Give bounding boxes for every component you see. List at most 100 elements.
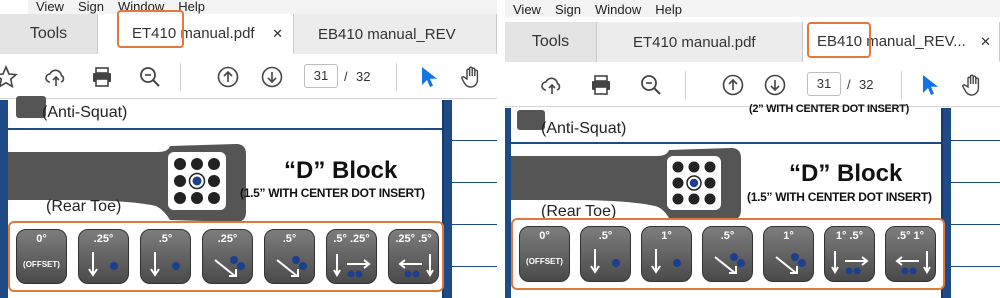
- side-table: [951, 108, 1000, 298]
- angle-button-sublabel: (OFFSET): [526, 257, 563, 266]
- close-icon[interactable]: ✕: [272, 26, 283, 42]
- angle-button-label: 1° .5°: [835, 230, 864, 242]
- tab-tools[interactable]: Tools: [0, 14, 98, 54]
- angle-button-label: .25°: [217, 233, 238, 245]
- angle-button-label: .25°: [93, 233, 114, 245]
- menu-help[interactable]: Help: [178, 0, 205, 14]
- page-number-input[interactable]: 31: [304, 64, 338, 88]
- side-table: [452, 100, 497, 298]
- upload-icon[interactable]: [538, 71, 566, 99]
- page-total: 32: [356, 69, 371, 84]
- tab-document-title: ET410 manual.pdf: [132, 25, 255, 42]
- page-separator: /: [847, 77, 851, 92]
- tab-bar: Tools ET410 manual.pdf EB410 manual_REV.…: [505, 22, 1000, 62]
- angle-button-strip: 0° (OFFSET) .5° 1° .5° 1° 1° .5° .5° 1°: [511, 218, 945, 290]
- menu-bar: View Sign Window Help: [505, 0, 1000, 17]
- angle-button-label: .5° 1°: [896, 230, 925, 242]
- tab-document-et410[interactable]: ET410 manual.pdf ✕: [98, 14, 294, 54]
- page-up-icon[interactable]: [719, 71, 747, 99]
- document-view: (Anti-Squat) (Rear Toe) “D” Block (1.5” …: [0, 96, 497, 298]
- tab-document-eb410[interactable]: EB410 manual_REV... ✕: [803, 22, 1000, 62]
- zoom-icon[interactable]: [637, 71, 665, 99]
- toolbar-separator: [685, 71, 686, 99]
- hand-tool-icon[interactable]: [458, 63, 486, 91]
- pane-divider: [497, 0, 505, 298]
- star-icon[interactable]: [0, 63, 20, 91]
- angle-button-label: 0°: [36, 233, 47, 245]
- toolbar-separator: [901, 71, 902, 99]
- tab-document-title: EB410 manual_REV...: [817, 33, 966, 50]
- angle-button-down-arrow[interactable]: 1°: [641, 226, 692, 282]
- page-up-icon[interactable]: [214, 63, 242, 91]
- part-label-rear-toe: (Rear Toe): [46, 198, 122, 215]
- angle-button-down-arrow[interactable]: .25°: [78, 229, 129, 284]
- tab-document-eb410[interactable]: EB410 manual_REV: [294, 14, 497, 54]
- menu-window[interactable]: Window: [118, 0, 164, 14]
- menu-sign[interactable]: Sign: [78, 0, 104, 14]
- select-cursor-icon[interactable]: [414, 63, 442, 91]
- tab-tools-label: Tools: [29, 25, 68, 42]
- page-total: 32: [859, 77, 874, 92]
- tab-document-et410[interactable]: ET410 manual.pdf: [597, 22, 803, 62]
- angle-button-diagonal-arrow[interactable]: .5°: [264, 229, 315, 284]
- block-title: “D” Block: [284, 157, 398, 184]
- tab-document-title: EB410 manual_REV: [318, 25, 456, 43]
- tab-tools-label: Tools: [531, 33, 570, 50]
- angle-button-label: .5° .25°: [333, 233, 370, 245]
- angle-button-offset[interactable]: 0° (OFFSET): [16, 229, 67, 284]
- menu-sign[interactable]: Sign: [555, 2, 581, 17]
- menu-window[interactable]: Window: [595, 2, 641, 17]
- select-cursor-icon[interactable]: [915, 71, 943, 99]
- zoom-icon[interactable]: [136, 63, 164, 91]
- tab-document-title: ET410 manual.pdf: [633, 33, 756, 51]
- angle-button-label: 0°: [539, 230, 550, 242]
- toolbar: 31 / 32: [0, 55, 497, 99]
- angle-button-label: .5°: [598, 230, 613, 242]
- angle-button-label: 1°: [783, 230, 794, 242]
- angle-button-label: .5°: [158, 233, 173, 245]
- angle-button-down-right-arrows[interactable]: 1° .5°: [824, 226, 875, 282]
- angle-button-left-down-arrows[interactable]: .5° 1°: [885, 226, 936, 282]
- divider: [511, 142, 941, 144]
- left-screenshot-pane: View Sign Window Help Tools ET410 manual…: [0, 0, 497, 298]
- angle-button-down-arrow[interactable]: .5°: [140, 229, 191, 284]
- menu-bar: View Sign Window Help: [28, 0, 497, 14]
- page-down-icon[interactable]: [258, 63, 286, 91]
- angle-button-offset[interactable]: 0° (OFFSET): [519, 226, 570, 282]
- angle-button-row: 0° (OFFSET) .25° .5° .25° .5° .5° .25° .2…: [16, 229, 439, 284]
- angle-button-down-arrow[interactable]: .5°: [580, 226, 631, 282]
- block-subtitle-previous: (2” WITH CENTER DOT INSERT): [749, 103, 909, 115]
- menu-view[interactable]: View: [513, 2, 541, 17]
- angle-button-label: 1°: [661, 230, 672, 242]
- toolbar-separator: [396, 63, 397, 91]
- print-icon[interactable]: [88, 63, 116, 91]
- part-label-anti-squat: (Anti-Squat): [541, 120, 627, 137]
- part-illustration-rear-toe: [8, 144, 246, 222]
- toolbar-separator: [180, 63, 181, 91]
- page-separator: /: [344, 69, 348, 84]
- page-number-input[interactable]: 31: [807, 72, 841, 96]
- document-view: (2” WITH CENTER DOT INSERT) (Anti-Squat)…: [505, 103, 1000, 298]
- angle-button-label: .25° .5°: [395, 233, 432, 245]
- menu-view[interactable]: View: [36, 0, 64, 14]
- upload-icon[interactable]: [42, 63, 70, 91]
- angle-button-label: .5°: [282, 233, 297, 245]
- angle-button-strip: 0° (OFFSET) .25° .5° .25° .5° .5° .25° .2…: [8, 221, 444, 292]
- print-icon[interactable]: [587, 71, 615, 99]
- tab-tools[interactable]: Tools: [505, 22, 597, 62]
- block-subtitle: (1.5” WITH CENTER DOT INSERT): [240, 186, 425, 200]
- block-title: “D” Block: [789, 160, 903, 187]
- block-subtitle: (1.5” WITH CENTER DOT INSERT): [747, 190, 932, 204]
- angle-button-diagonal-arrow[interactable]: .25°: [202, 229, 253, 284]
- angle-button-diagonal-arrow[interactable]: 1°: [763, 226, 814, 282]
- close-icon[interactable]: ✕: [980, 34, 991, 50]
- right-screenshot-pane: View Sign Window Help Tools ET410 manual…: [505, 0, 1000, 298]
- angle-button-label: .5°: [720, 230, 735, 242]
- page-down-icon[interactable]: [761, 71, 789, 99]
- angle-button-down-right-arrows[interactable]: .5° .25°: [326, 229, 377, 284]
- menu-help[interactable]: Help: [655, 2, 682, 17]
- angle-button-left-down-arrows[interactable]: .25° .5°: [388, 229, 439, 284]
- hand-tool-icon[interactable]: [959, 71, 987, 99]
- angle-button-row: 0° (OFFSET) .5° 1° .5° 1° 1° .5° .5° 1°: [519, 226, 936, 282]
- angle-button-diagonal-arrow[interactable]: .5°: [702, 226, 753, 282]
